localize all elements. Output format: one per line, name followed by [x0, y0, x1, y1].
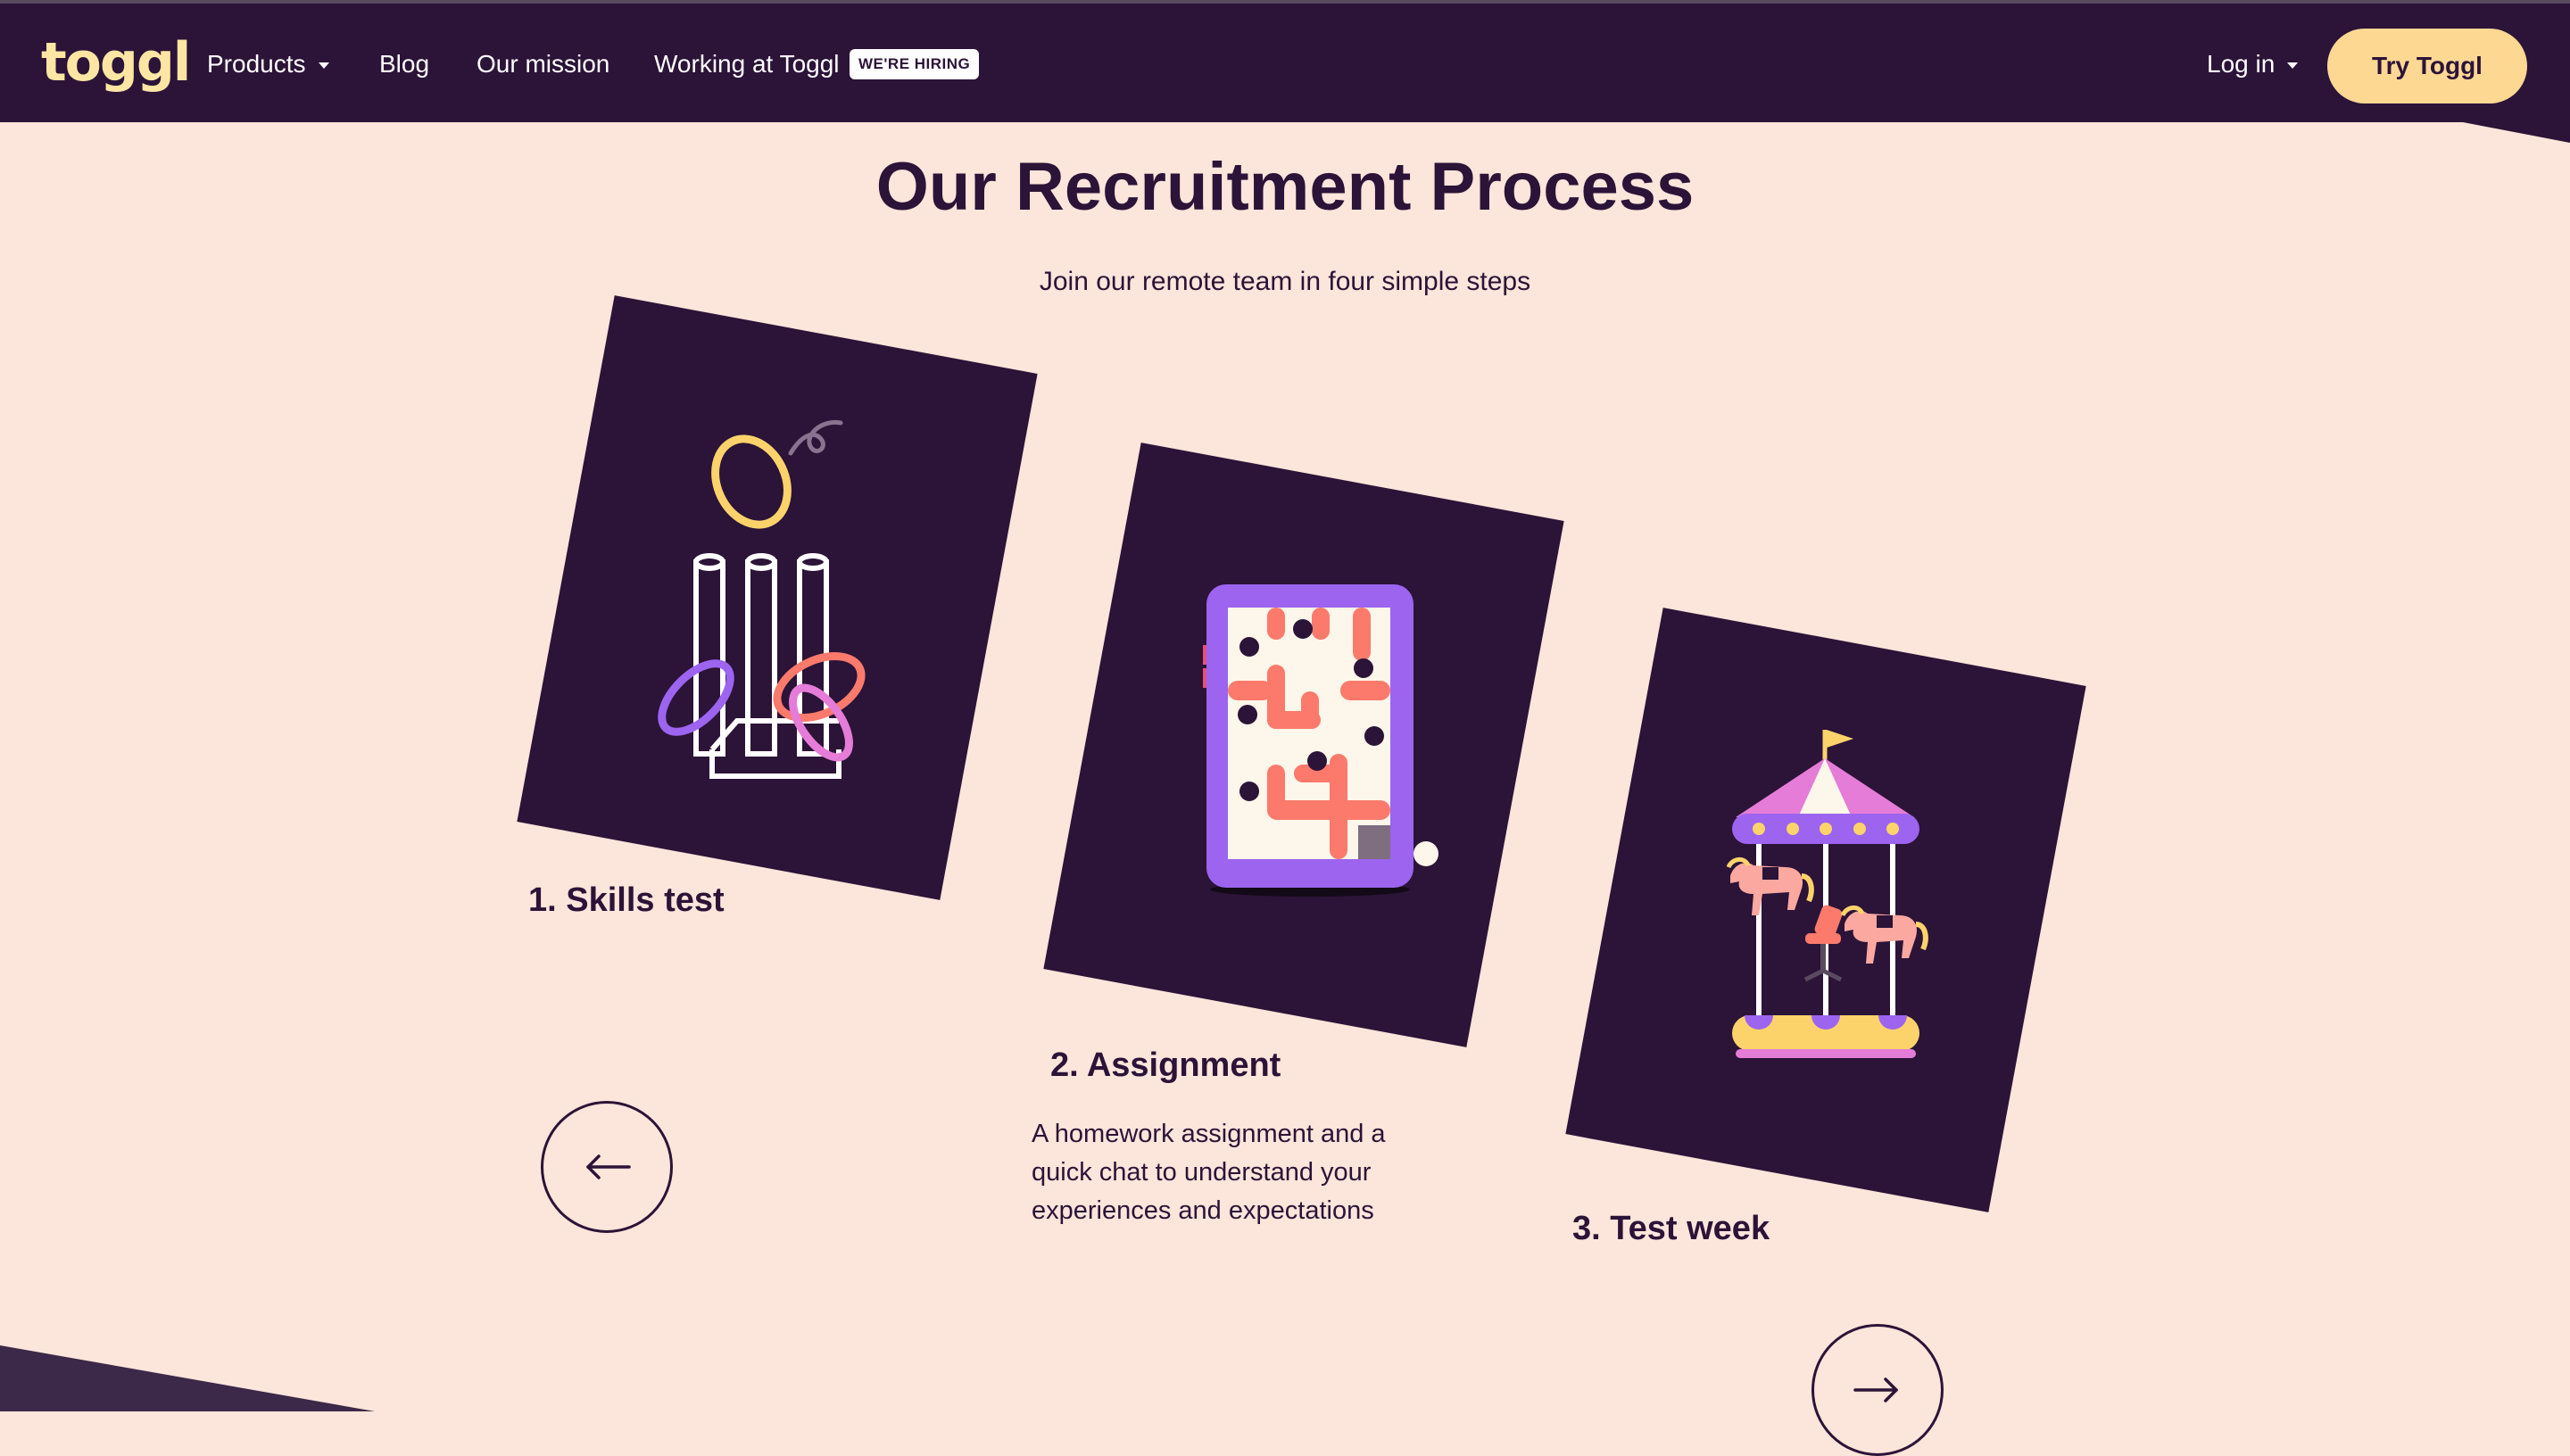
toggl-logo[interactable]: toggl: [41, 30, 191, 95]
carousel-next-button[interactable]: [1811, 1324, 1944, 1456]
top-navigation: toggl Products Blog Our mission Working …: [0, 0, 2570, 122]
hiring-badge[interactable]: WE'RE HIRING: [850, 49, 980, 79]
nav-our-mission[interactable]: Our mission: [477, 46, 609, 82]
arrow-right-icon: [1853, 1377, 1898, 1402]
carousel-prev-button[interactable]: [541, 1101, 673, 1233]
arrow-left-icon: [586, 1154, 631, 1179]
nav-products[interactable]: Products: [207, 46, 329, 82]
step-title-test-week: 3. Test week: [1572, 1210, 1770, 1247]
chevron-down-icon: [2287, 62, 2299, 70]
nav-working-at-toggl[interactable]: Working at Toggl: [654, 46, 840, 82]
section-subtitle: Join our remote team in four simple step…: [1039, 267, 1531, 296]
login-label: Log in: [2207, 50, 2276, 78]
step-title-assignment: 2. Assignment: [1050, 1046, 1281, 1084]
nav-blog[interactable]: Blog: [379, 46, 429, 82]
chevron-down-icon: [318, 62, 329, 70]
try-toggl-button[interactable]: Try Toggl: [2327, 29, 2527, 103]
step-title-skills-test: 1. Skills test: [528, 881, 725, 919]
login-menu[interactable]: Log in: [2207, 46, 2299, 82]
step-description-assignment: A homework assignment and a quick chat t…: [1032, 1120, 1386, 1225]
nav-products-label: Products: [207, 50, 306, 78]
section-title: Our Recruitment Process: [875, 149, 1695, 225]
